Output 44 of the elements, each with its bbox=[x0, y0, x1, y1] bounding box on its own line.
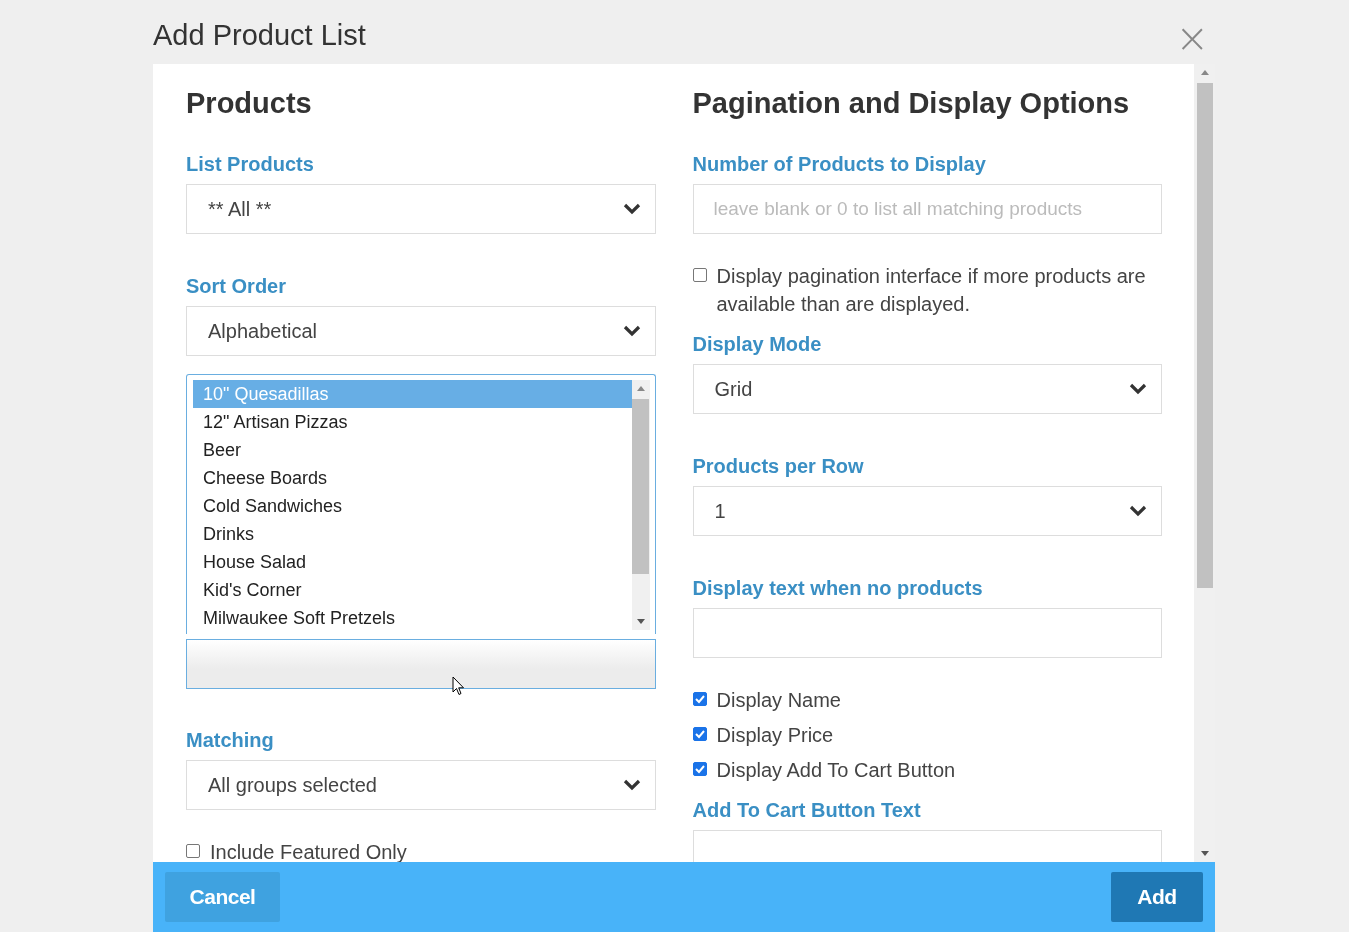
dialog-title: Add Product List bbox=[153, 18, 366, 52]
checkbox[interactable] bbox=[692, 727, 707, 741]
dropdown[interactable]: 1 bbox=[692, 486, 1162, 536]
chevron-down-icon bbox=[622, 325, 641, 337]
chevron-down-icon bbox=[622, 203, 641, 215]
chevron-down-icon bbox=[1129, 383, 1147, 395]
checkbox-label: Display Name bbox=[716, 688, 841, 713]
field-label: List Products bbox=[186, 152, 315, 176]
checkbox[interactable] bbox=[692, 692, 707, 706]
field-label: Sort Order bbox=[186, 274, 288, 298]
list-option[interactable]: Milwaukee Soft Pretzels bbox=[193, 604, 632, 632]
checkbox[interactable] bbox=[186, 844, 200, 858]
checkbox-label: Display Price bbox=[716, 723, 834, 748]
checkbox[interactable] bbox=[692, 268, 707, 282]
chevron-down-icon bbox=[622, 779, 641, 791]
dropdown[interactable]: Alphabetical bbox=[186, 306, 656, 356]
input-field[interactable] bbox=[692, 608, 1162, 658]
field-label: Number of Products to Display bbox=[692, 152, 987, 176]
chevron-down-icon bbox=[1129, 505, 1147, 517]
input-field[interactable]: leave blank or 0 to list all matching products bbox=[692, 184, 1162, 234]
field-label: Add To Cart Button Text bbox=[692, 798, 922, 822]
product-listbox[interactable]: 10" Quesadillas 12" Artisan Pizzas Beer Cheese Boards Cold Sandwiches Drinks House Salad Kid's Corner Milwaukee Soft Pretzels bbox=[186, 374, 656, 634]
list-option[interactable]: Cold Sandwiches bbox=[193, 492, 632, 520]
scrollbar[interactable] bbox=[631, 380, 650, 630]
dropdown[interactable]: Grid bbox=[692, 364, 1162, 414]
checkbox-label: Display pagination interface if more products are available than are displayed. bbox=[716, 264, 1147, 317]
mouse-pointer-icon bbox=[452, 676, 466, 696]
add-button[interactable]: Add bbox=[1111, 872, 1203, 922]
section-heading: Pagination and Display Options bbox=[692, 86, 1131, 120]
section-heading: Products bbox=[186, 86, 313, 120]
field-label: Matching bbox=[186, 728, 275, 752]
dropdown[interactable]: ** All ** bbox=[186, 184, 656, 234]
list-option[interactable]: 12" Artisan Pizzas bbox=[193, 408, 632, 436]
list-option[interactable]: Kid's Corner bbox=[193, 576, 632, 604]
list-option[interactable]: Drinks bbox=[193, 520, 632, 548]
field-label: Products per Row bbox=[692, 454, 865, 478]
dropdown[interactable]: All groups selected bbox=[186, 760, 656, 810]
field-label: Display text when no products bbox=[692, 576, 984, 600]
field-label: Display Mode bbox=[692, 332, 823, 356]
list-option[interactable]: Cheese Boards bbox=[193, 464, 632, 492]
checkbox-label: Display Add To Cart Button bbox=[716, 758, 956, 783]
list-option[interactable]: House Salad bbox=[193, 548, 632, 576]
checkbox[interactable] bbox=[692, 762, 707, 776]
list-option[interactable]: Beer bbox=[193, 436, 632, 464]
